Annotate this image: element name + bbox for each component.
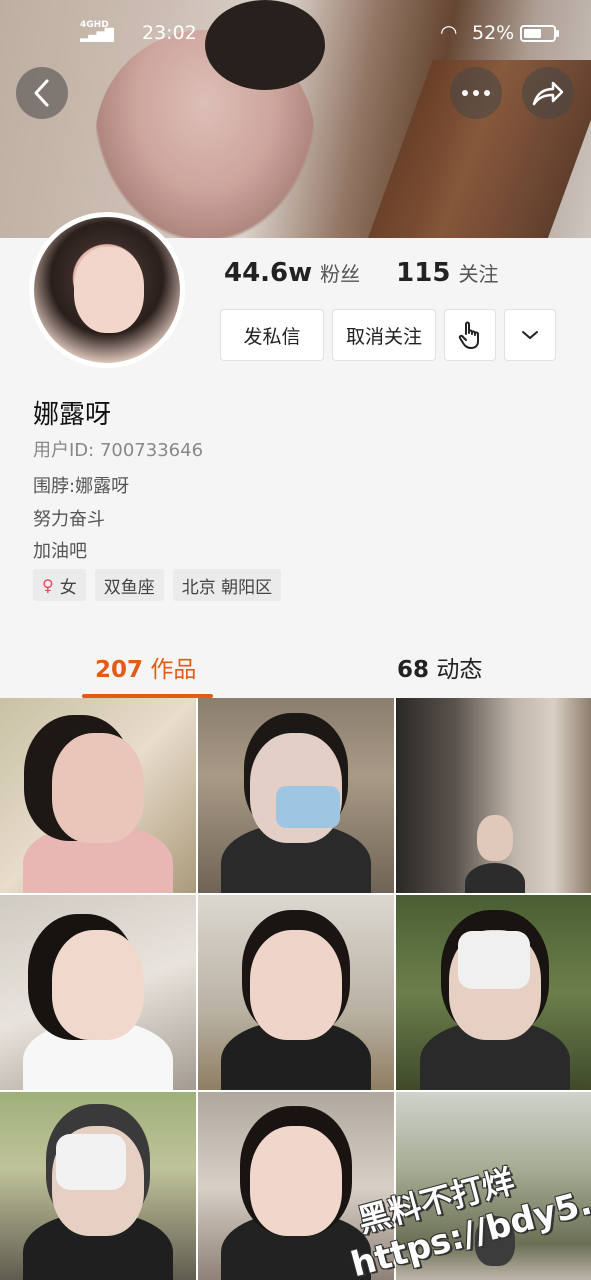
video-thumbnail[interactable]: [198, 698, 394, 893]
activity-count: 68: [397, 657, 430, 683]
tab-activity[interactable]: 68 动态: [397, 650, 482, 684]
video-thumbnail[interactable]: [0, 895, 196, 1090]
profile-actions: 发私信 取消关注: [220, 309, 556, 361]
chevron-down-icon: [522, 331, 538, 340]
gender-tag: ♀ 女: [33, 569, 86, 601]
bio-line: 围脖:娜露呀: [33, 476, 130, 497]
user-id: 用户ID: 700733646: [33, 440, 204, 461]
status-time: 23:02: [142, 22, 197, 44]
back-button[interactable]: [16, 67, 68, 119]
works-count: 207: [95, 657, 144, 683]
followers-label[interactable]: 粉丝: [320, 258, 360, 287]
battery-icon: [520, 25, 559, 42]
signal-icon: 4GHD ▂▄▆█: [80, 20, 114, 42]
hand-tap-icon: [458, 321, 479, 349]
unfollow-button[interactable]: 取消关注: [332, 309, 436, 361]
video-thumbnail[interactable]: [198, 895, 394, 1090]
profile-tags: ♀ 女 双鱼座 北京 朝阳区: [33, 569, 290, 601]
tab-works[interactable]: 207 作品: [95, 650, 196, 684]
works-label: 作品: [150, 657, 197, 683]
share-button[interactable]: [522, 67, 574, 119]
profile-name: 娜露呀: [33, 400, 112, 430]
video-thumbnail[interactable]: [0, 698, 196, 893]
message-button[interactable]: 发私信: [220, 309, 324, 361]
profile-stats: 44.6w 粉丝 115 关注: [224, 258, 534, 292]
bio-line: 加油吧: [33, 541, 87, 562]
recommend-dropdown-button[interactable]: [504, 309, 556, 361]
female-icon: ♀: [42, 575, 54, 595]
chevron-left-icon: [34, 79, 49, 107]
zodiac-tag: 双鱼座: [94, 569, 164, 601]
battery-percent: 52%: [472, 22, 515, 44]
gender-label: 女: [59, 577, 77, 598]
video-thumbnail[interactable]: [0, 1092, 196, 1280]
bio-line: 努力奋斗: [33, 509, 105, 530]
content-tabs: 207 作品 68 动态: [0, 638, 591, 698]
activity-label: 动态: [436, 657, 483, 683]
following-label[interactable]: 关注: [458, 258, 498, 287]
video-thumbnail[interactable]: [396, 698, 591, 893]
location-tag: 北京 朝阳区: [172, 569, 282, 601]
share-arrow-icon: [532, 81, 564, 106]
video-thumbnail[interactable]: [396, 895, 591, 1090]
following-count[interactable]: 115: [396, 258, 450, 288]
more-dots-icon: [462, 90, 490, 96]
wifi-icon: ◠: [440, 20, 458, 44]
profile-section: 44.6w 粉丝 115 关注 发私信 取消关注 娜露呀 用户ID: 70073…: [0, 212, 591, 698]
followers-count[interactable]: 44.6w: [224, 258, 312, 288]
more-button[interactable]: [450, 67, 502, 119]
poke-button[interactable]: [444, 309, 496, 361]
status-bar: 4GHD ▂▄▆█ 23:02 ◠ 52%: [0, 18, 591, 50]
avatar[interactable]: [29, 212, 185, 368]
